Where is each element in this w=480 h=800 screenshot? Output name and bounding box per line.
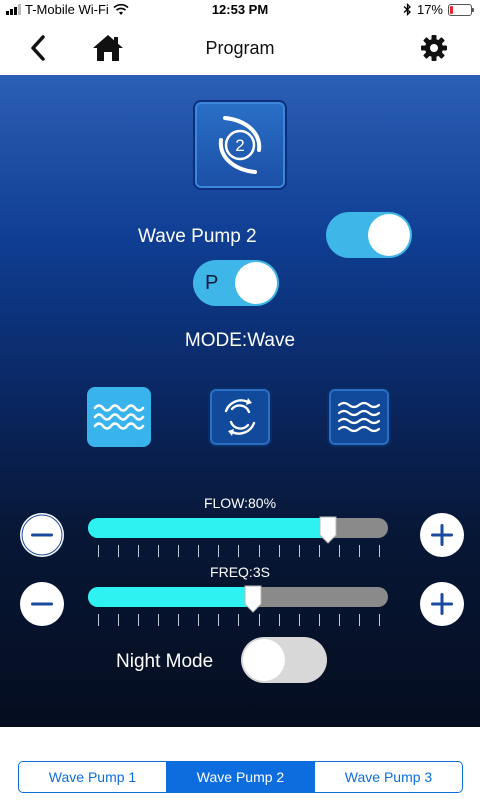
freq-ticks [98, 614, 380, 626]
tab-wave-pump-2[interactable]: Wave Pump 2 [167, 762, 315, 792]
tide-mode-icon [337, 401, 381, 433]
status-bar: T-Mobile Wi-Fi 12:53 PM 17% [0, 0, 480, 20]
circulation-mode-button[interactable] [208, 387, 272, 447]
freq-increase-button[interactable] [420, 582, 464, 626]
tide-mode-button[interactable] [327, 387, 391, 447]
minus-icon [21, 514, 63, 556]
page-title: Program [205, 38, 275, 58]
toggle-knob [243, 639, 285, 681]
battery-level-fill [450, 5, 454, 14]
program-toggle[interactable]: P [193, 260, 279, 306]
night-mode-toggle[interactable] [241, 637, 327, 683]
flow-label: FLOW:80% [203, 495, 277, 511]
flow-ticks [98, 545, 380, 557]
status-right: 17% [403, 2, 474, 17]
app-screen: T-Mobile Wi-Fi 12:53 PM 17% Program 2 Wa… [0, 0, 480, 800]
toggle-knob [368, 214, 410, 256]
flow-increase-button[interactable] [420, 513, 464, 557]
pump-tabs: Wave Pump 1 Wave Pump 2 Wave Pump 3 [18, 761, 463, 793]
tab-wave-pump-1[interactable]: Wave Pump 1 [19, 762, 167, 792]
bluetooth-icon [403, 3, 411, 16]
battery-icon [448, 3, 474, 16]
tab-wave-pump-3[interactable]: Wave Pump 3 [315, 762, 462, 792]
wave-mode-icon [93, 404, 145, 430]
flow-slider[interactable] [88, 518, 388, 538]
mode-label: MODE:Wave [184, 330, 296, 351]
freq-decrease-button[interactable] [20, 582, 64, 626]
flow-slider-thumb[interactable] [318, 515, 338, 545]
wave-pump-icon: 2 [218, 116, 262, 174]
nav-header: Program [0, 22, 480, 74]
pump-name-label: Wave Pump 2 [138, 226, 257, 247]
wave-mode-button[interactable] [87, 387, 151, 447]
toggle-knob [235, 262, 277, 304]
plus-icon [431, 593, 453, 615]
pump-number: 2 [235, 136, 244, 155]
flow-slider-fill [88, 518, 328, 538]
program-toggle-label: P [205, 272, 219, 294]
night-mode-label: Night Mode [116, 651, 214, 672]
minus-icon [31, 602, 53, 606]
settings-button[interactable] [416, 32, 452, 64]
gear-icon [421, 35, 447, 61]
pump-logo: 2 [193, 100, 287, 190]
freq-slider-thumb[interactable] [243, 584, 263, 614]
flow-decrease-button[interactable] [20, 513, 64, 557]
control-panel: 2 Wave Pump 2 P MODE:Wave FLOW:80% FREQ:… [0, 75, 480, 727]
pump-power-toggle[interactable] [326, 212, 412, 258]
freq-slider[interactable] [88, 587, 388, 607]
plus-icon [431, 524, 453, 546]
freq-label: FREQ:3S [210, 564, 270, 580]
circulation-mode-icon [224, 398, 256, 436]
freq-slider-fill [88, 587, 253, 607]
battery-percent: 17% [416, 2, 443, 17]
